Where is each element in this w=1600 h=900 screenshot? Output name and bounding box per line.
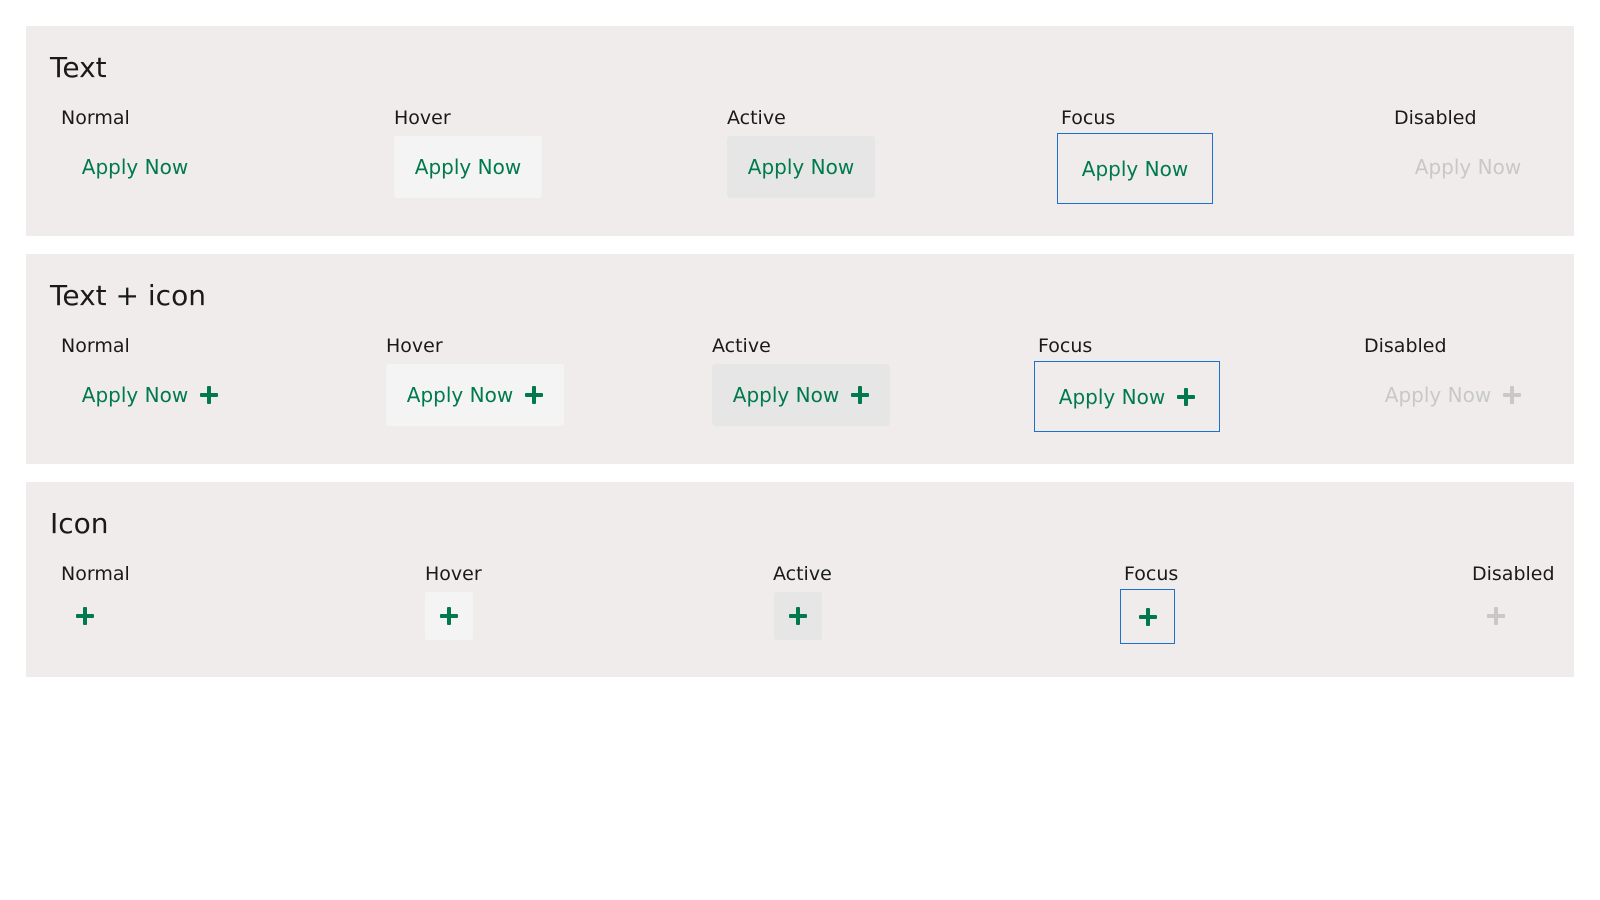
plus-icon: [789, 607, 807, 625]
button-label: Apply Now: [1081, 156, 1189, 181]
state-label-hover: Hover: [425, 563, 482, 585]
apply-now-icon-button-hover[interactable]: Apply Now: [386, 364, 564, 426]
button-label: Apply Now: [747, 155, 855, 179]
plus-icon: [1138, 607, 1157, 626]
button-label: Apply Now: [406, 383, 514, 407]
state-label-disabled: Disabled: [1364, 335, 1447, 357]
state-label-normal: Normal: [61, 563, 130, 585]
plus-icon: [525, 386, 544, 404]
state-label-disabled: Disabled: [1394, 107, 1477, 129]
section-title: Text: [50, 51, 107, 84]
apply-now-button-focus[interactable]: Apply Now: [1057, 133, 1213, 204]
button-label: Apply Now: [1058, 384, 1166, 409]
apply-now-icon-button-normal[interactable]: Apply Now: [61, 364, 239, 426]
apply-now-icon-button-active[interactable]: Apply Now: [712, 364, 890, 426]
plus-icon-button-disabled: [1472, 592, 1520, 640]
plus-icon-button-focus[interactable]: [1120, 589, 1175, 644]
state-label-focus: Focus: [1038, 335, 1093, 357]
state-label-hover: Hover: [394, 107, 451, 129]
plus-icon-button-active[interactable]: [774, 592, 822, 640]
state-label-disabled: Disabled: [1472, 563, 1555, 585]
plus-icon: [76, 607, 94, 625]
button-label: Apply Now: [1414, 155, 1522, 179]
state-label-focus: Focus: [1124, 563, 1179, 585]
apply-now-button-active[interactable]: Apply Now: [727, 136, 875, 198]
text-icon-section: Text + icon Normal Apply Now Hover Apply…: [26, 254, 1574, 464]
plus-icon: [200, 386, 219, 404]
button-label: Apply Now: [81, 383, 189, 407]
plus-icon: [440, 607, 458, 625]
state-label-hover: Hover: [386, 335, 443, 357]
apply-now-button-disabled: Apply Now: [1394, 136, 1542, 198]
plus-icon: [1177, 387, 1196, 406]
plus-icon: [1503, 386, 1522, 404]
button-label: Apply Now: [414, 155, 522, 179]
section-title: Text + icon: [50, 279, 206, 312]
apply-now-icon-button-focus[interactable]: Apply Now: [1034, 361, 1220, 432]
apply-now-button-hover[interactable]: Apply Now: [394, 136, 542, 198]
button-label: Apply Now: [81, 155, 189, 179]
text-section: Text Normal Apply Now Hover Apply Now Ac…: [26, 26, 1574, 236]
state-label-focus: Focus: [1061, 107, 1116, 129]
state-label-active: Active: [727, 107, 786, 129]
state-label-normal: Normal: [61, 335, 130, 357]
plus-icon-button-normal[interactable]: [61, 592, 109, 640]
plus-icon: [1487, 607, 1505, 625]
plus-icon: [851, 386, 870, 404]
plus-icon-button-hover[interactable]: [425, 592, 473, 640]
state-label-active: Active: [712, 335, 771, 357]
button-label: Apply Now: [732, 383, 840, 407]
section-title: Icon: [50, 507, 109, 540]
state-label-active: Active: [773, 563, 832, 585]
apply-now-icon-button-disabled: Apply Now: [1364, 364, 1542, 426]
apply-now-button-normal[interactable]: Apply Now: [61, 136, 209, 198]
state-label-normal: Normal: [61, 107, 130, 129]
button-label: Apply Now: [1384, 383, 1492, 407]
icon-section: Icon Normal Hover Active Focus Disabled: [26, 482, 1574, 677]
